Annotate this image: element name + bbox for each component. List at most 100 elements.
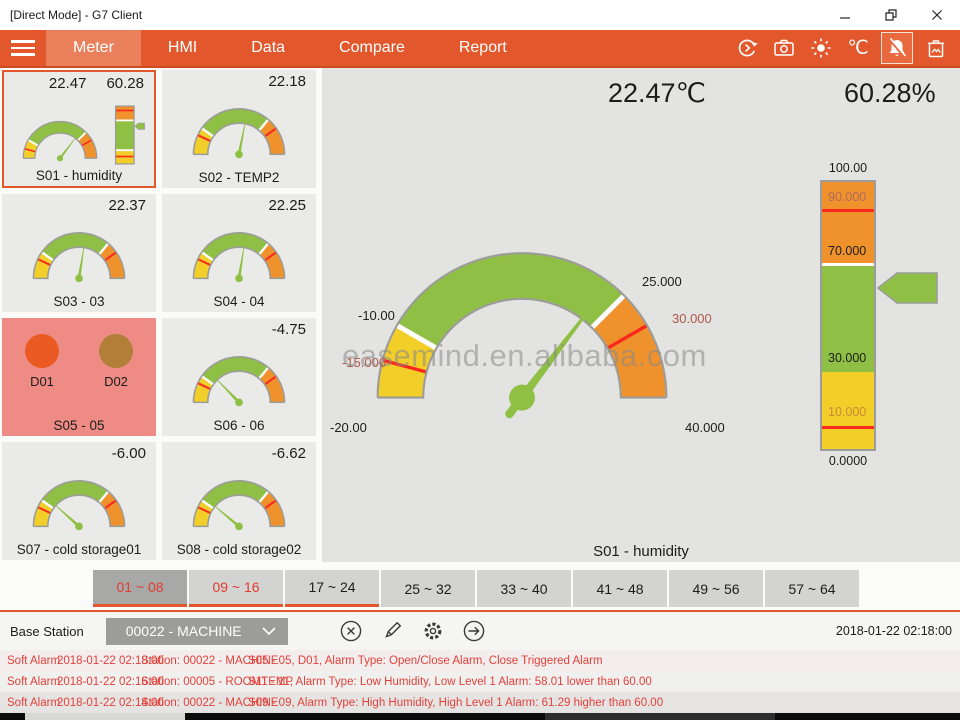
page-tab-label: 17 ~ 24 <box>308 579 355 595</box>
page-tab-09-16[interactable]: 09 ~ 16 <box>189 570 283 607</box>
pencil-icon <box>379 618 405 644</box>
alarm-mute-button[interactable] <box>881 32 913 64</box>
tile-s07-label: S07 - cold storage01 <box>2 542 156 557</box>
tab-hmi-label: HMI <box>168 39 197 57</box>
settings-button[interactable] <box>420 618 446 644</box>
main-meter-panel: 22.47℃ 60.28% -20.00 40.000 -10.00 25.00… <box>322 68 960 562</box>
main-temp-value: 22.47℃ <box>608 78 706 109</box>
tile-s05-label: S05 - 05 <box>2 418 156 433</box>
restore-icon <box>885 9 897 21</box>
tile-s06-label: S06 - 06 <box>162 418 316 433</box>
tile-s02[interactable]: 22.18 S02 - TEMP2 <box>162 70 316 188</box>
tile-s07-value: -6.00 <box>112 445 146 464</box>
menu-button[interactable] <box>0 30 46 66</box>
tab-compare-label: Compare <box>339 39 405 57</box>
tab-hmi[interactable]: HMI <box>141 30 224 66</box>
bar-min-label: 0.0000 <box>814 454 882 468</box>
tile-s07[interactable]: -6.00 S07 - cold storage01 <box>2 442 156 560</box>
mini-gauge <box>11 108 109 166</box>
bottom-edge-strip <box>0 713 960 720</box>
apply-button[interactable] <box>461 618 487 644</box>
alarm-row[interactable]: Soft Alarm 2018-01-22 02:16:00 Station: … <box>0 671 960 692</box>
meter-tile-grid: 22.47 60.28 <box>2 70 318 560</box>
watermark: easemind.en.alibaba.com <box>342 338 707 374</box>
tile-s08[interactable]: -6.62 S08 - cold storage02 <box>162 442 316 560</box>
channel-d02-label: D02 <box>104 374 128 389</box>
channel-d01-indicator <box>25 334 59 368</box>
bottom-toolbar: Base Station 00022 - MACHINE 2018-01-22 … <box>0 612 960 650</box>
base-station-value: 00022 - MACHINE <box>126 623 242 639</box>
tile-s01-label: S01 - humidity <box>4 168 154 183</box>
gear-icon <box>420 618 446 644</box>
main-bar-gauge: 90.000 70.000 30.000 10.000 <box>820 180 876 451</box>
page-tab-17-24[interactable]: 17 ~ 24 <box>285 570 379 607</box>
tab-data[interactable]: Data <box>224 30 312 66</box>
bar-pointer <box>877 272 939 304</box>
base-station-dropdown[interactable]: 00022 - MACHINE <box>106 618 288 645</box>
alarm-row[interactable]: Soft Alarm 2018-01-22 02:14:00 Station: … <box>0 692 960 713</box>
page-tab-label: 33 ~ 40 <box>500 581 547 597</box>
alarm-time: 2018-01-22 02:18:00 <box>57 655 141 667</box>
minimize-button[interactable] <box>822 0 868 30</box>
mini-gauge <box>178 216 300 288</box>
alarm-time: 2018-01-22 02:14:00 <box>57 697 141 709</box>
tab-meter[interactable]: Meter <box>46 30 141 66</box>
image-bin-icon <box>924 36 948 60</box>
page-tab-label: 49 ~ 56 <box>692 581 739 597</box>
main-humidity-value: 60.28% <box>844 78 936 109</box>
page-tab-label: 01 ~ 08 <box>116 579 163 595</box>
tile-s01-value2: 60.28 <box>106 75 144 94</box>
title-bar: [Direct Mode] - G7 Client <box>0 0 960 30</box>
tile-s05[interactable]: D01 D02 S05 - 05 <box>2 318 156 436</box>
tab-compare[interactable]: Compare <box>312 30 432 66</box>
channel-d01-label: D01 <box>30 374 54 389</box>
bar-low-tick-label: 30.000 <box>828 351 866 365</box>
current-timestamp: 2018-01-22 02:18:00 <box>836 624 960 638</box>
page-tab-label: 41 ~ 48 <box>596 581 643 597</box>
edit-button[interactable] <box>379 618 405 644</box>
cancel-circle-icon <box>338 618 364 644</box>
main-meter-title: S01 - humidity <box>322 543 960 560</box>
channel-d01: D01 <box>25 334 59 389</box>
mini-gauge <box>178 340 300 412</box>
restore-button[interactable] <box>868 0 914 30</box>
bar-max-label: 100.00 <box>814 161 882 175</box>
tab-meter-label: Meter <box>73 39 114 57</box>
image-bin-button[interactable] <box>922 34 950 62</box>
brightness-button[interactable] <box>807 34 835 62</box>
close-icon <box>931 9 943 21</box>
page-tab-label: 57 ~ 64 <box>788 581 835 597</box>
close-button[interactable] <box>914 0 960 30</box>
tile-s03[interactable]: 22.37 S03 - 03 <box>2 194 156 312</box>
alarm-type: Soft Alarm <box>7 655 57 667</box>
alarm-station: Station: 00022 - MACHINE <box>141 655 248 667</box>
page-tab-01-08[interactable]: 01 ~ 08 <box>93 570 187 607</box>
tile-s04[interactable]: 22.25 S04 - 04 <box>162 194 316 312</box>
snapshot-button[interactable] <box>770 34 798 62</box>
bar-low-alarm-label: 10.000 <box>828 405 866 419</box>
alarm-row[interactable]: Soft Alarm 2018-01-22 02:18:00 Station: … <box>0 650 960 671</box>
page-tab-41-48[interactable]: 41 ~ 48 <box>573 570 667 607</box>
tile-s06[interactable]: -4.75 S06 - 06 <box>162 318 316 436</box>
tile-s01[interactable]: 22.47 60.28 <box>2 70 156 188</box>
alarm-station: Station: 00022 - MACHINE <box>141 697 248 709</box>
channel-d02: D02 <box>99 334 133 389</box>
page-tab-57-64[interactable]: 57 ~ 64 <box>765 570 859 607</box>
tab-report[interactable]: Report <box>432 30 534 66</box>
alarm-list: Soft Alarm 2018-01-22 02:18:00 Station: … <box>0 650 960 713</box>
camera-icon <box>772 36 796 60</box>
page-tab-49-56[interactable]: 49 ~ 56 <box>669 570 763 607</box>
page-tab-label: 25 ~ 32 <box>404 581 451 597</box>
cancel-alarm-button[interactable] <box>338 618 364 644</box>
channel-d02-indicator <box>99 334 133 368</box>
celsius-unit-button[interactable]: ℃ <box>844 34 872 62</box>
alarm-mute-icon <box>885 36 909 60</box>
tile-s06-value: -4.75 <box>272 321 306 340</box>
page-tab-33-40[interactable]: 33 ~ 40 <box>477 570 571 607</box>
arrow-circle-icon <box>461 618 487 644</box>
page-tab-25-32[interactable]: 25 ~ 32 <box>381 570 475 607</box>
tile-s01-value: 22.47 <box>49 75 87 94</box>
sync-button[interactable] <box>733 34 761 62</box>
alarm-time: 2018-01-22 02:16:00 <box>57 676 141 688</box>
chevron-down-icon <box>262 627 276 635</box>
